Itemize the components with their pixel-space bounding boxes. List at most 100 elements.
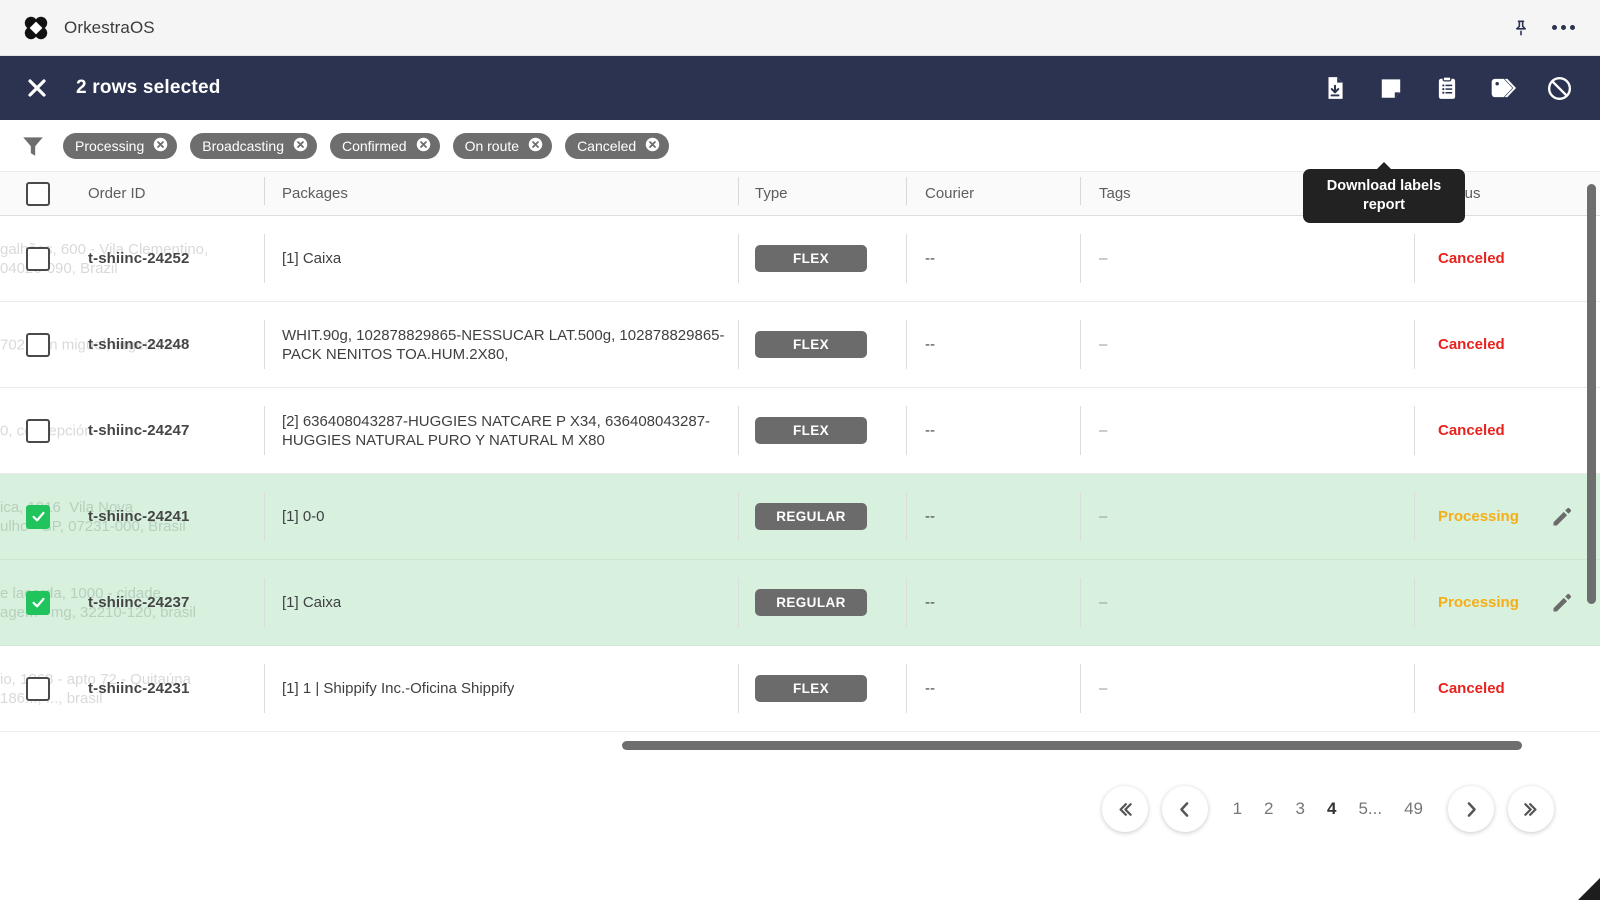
row-select-checkbox[interactable] (26, 246, 50, 271)
filter-chip-processing[interactable]: Processing (63, 132, 178, 159)
page-number-5[interactable]: 5... (1347, 799, 1393, 819)
type-badge: FLEX (755, 245, 867, 272)
selection-count-label: 2 rows selected (76, 77, 221, 98)
orkestra-logo-icon (22, 14, 50, 42)
row-select-cell (0, 302, 76, 387)
first-page-button[interactable] (1101, 786, 1148, 832)
horizontal-scrollbar[interactable] (622, 741, 1522, 750)
row-select-checkbox[interactable] (26, 418, 50, 443)
table-row[interactable]: 702, san miguel, argentina t-shiinc-2424… (0, 302, 1600, 388)
vertical-scrollbar[interactable] (1587, 184, 1596, 604)
close-icon[interactable] (22, 73, 52, 103)
cell-order-id: t-shiinc-24231 (76, 646, 264, 731)
window-resize-handle[interactable] (1578, 878, 1600, 900)
previous-page-button[interactable] (1161, 786, 1208, 832)
more-options-icon[interactable] (1548, 13, 1578, 43)
cell-order-id: t-shiinc-24248 (76, 302, 264, 387)
cell-type: REGULAR (738, 474, 906, 559)
cell-courier: -- (906, 560, 1080, 645)
tags-value: – (1099, 508, 1108, 525)
note-label-icon[interactable] (1376, 73, 1406, 103)
cell-packages: [1] Caixa (264, 216, 738, 301)
file-download-icon[interactable] (1320, 73, 1350, 103)
order-id-value: t-shiinc-24252 (88, 250, 190, 267)
courier-value: -- (925, 680, 935, 697)
column-header-courier[interactable]: Courier (906, 177, 1080, 205)
remove-filter-icon[interactable] (528, 137, 543, 155)
cell-type: FLEX (738, 216, 906, 301)
remove-filter-icon[interactable] (153, 137, 168, 155)
page-number-1[interactable]: 1 (1222, 799, 1253, 819)
filter-chip-confirmed[interactable]: Confirmed (329, 132, 440, 159)
row-select-checkbox[interactable] (26, 332, 50, 357)
cell-status: Canceled (1414, 388, 1600, 473)
status-badge: Canceled (1438, 336, 1505, 353)
cell-type: REGULAR (738, 560, 906, 645)
horizontal-scrollbar-track (0, 731, 1600, 757)
row-select-checkbox[interactable] (26, 590, 50, 615)
table-row[interactable]: 0, concepción t-shiinc-24247 [2] 6364080… (0, 388, 1600, 474)
filter-chip-label: On route (464, 137, 520, 154)
page-number-4[interactable]: 4 (1316, 799, 1347, 819)
clipboard-list-icon[interactable] (1432, 73, 1462, 103)
cell-type: FLEX (738, 646, 906, 731)
courier-value: -- (925, 594, 935, 611)
filter-chip-list: Processing Broadcasting Confirmed On rou… (63, 132, 670, 159)
cell-status: Canceled (1414, 216, 1600, 301)
cell-packages: [1] 1 | Shippify Inc.-Oficina Shippify (264, 646, 738, 731)
type-badge: FLEX (755, 675, 867, 702)
table-row[interactable]: galhães, 600 - Vila Clementino, 04026-09… (0, 216, 1600, 302)
filter-chip-label: Processing (75, 137, 145, 154)
no-entry-icon[interactable] (1544, 73, 1574, 103)
type-badge: FLEX (755, 331, 867, 358)
tags-value: – (1099, 250, 1108, 267)
cell-tags: – (1080, 560, 1414, 645)
page-number-list: 1 2 3 4 5... 49 (1222, 799, 1434, 819)
table-row[interactable]: ica, 1916 Vila Nova ulho - SP, 07231-000… (0, 474, 1600, 560)
app-header: OrkestraOS (0, 0, 1600, 56)
packages-value: [1] Caixa (282, 594, 342, 611)
filter-chip-label: Confirmed (341, 137, 407, 154)
row-select-checkbox[interactable] (26, 676, 50, 701)
filter-chip-broadcasting[interactable]: Broadcasting (190, 132, 317, 159)
order-id-value: t-shiinc-24241 (88, 508, 190, 525)
table-row[interactable]: io, 1868 - apto 72 - Quitaúna 186..., ..… (0, 646, 1600, 731)
remove-filter-icon[interactable] (645, 137, 660, 155)
filter-funnel-icon[interactable] (20, 133, 46, 159)
remove-filter-icon[interactable] (416, 137, 431, 155)
edit-row-icon[interactable] (1550, 505, 1574, 529)
packages-value: [1] Caixa (282, 250, 342, 267)
last-page-button[interactable] (1508, 786, 1554, 832)
status-badge: Canceled (1438, 680, 1505, 697)
cell-type: FLEX (738, 302, 906, 387)
next-page-button[interactable] (1448, 786, 1494, 832)
status-badge: Canceled (1438, 250, 1505, 267)
column-header-order-id[interactable]: Order ID (76, 185, 264, 202)
cell-tags: – (1080, 646, 1414, 731)
cell-courier: -- (906, 474, 1080, 559)
status-badge: Processing (1438, 594, 1519, 611)
selection-action-bar: 2 rows selected Download labels report (0, 56, 1600, 223)
pushpin-icon[interactable] (1506, 13, 1536, 43)
filter-chip-canceled[interactable]: Canceled (565, 132, 670, 159)
filter-chip-on-route[interactable]: On route (452, 132, 553, 159)
page-number-49[interactable]: 49 (1393, 799, 1434, 819)
row-select-checkbox[interactable] (26, 504, 50, 529)
pagination: 1 2 3 4 5... 49 (0, 757, 1600, 861)
column-header-packages[interactable]: Packages (264, 177, 738, 205)
courier-value: -- (925, 422, 935, 439)
cell-courier: -- (906, 646, 1080, 731)
select-all-checkbox[interactable] (26, 181, 50, 206)
courier-value: -- (925, 336, 935, 353)
page-number-3[interactable]: 3 (1285, 799, 1316, 819)
table-row[interactable]: e lacerda, 1000 - cidade agem - mg, 3221… (0, 560, 1600, 646)
edit-row-icon[interactable] (1550, 591, 1574, 615)
column-header-type[interactable]: Type (738, 177, 906, 205)
cell-packages: [2] 636408043287-HUGGIES NATCARE P X34, … (264, 388, 738, 473)
cell-status: Canceled (1414, 302, 1600, 387)
cell-status: Canceled (1414, 646, 1600, 731)
page-number-2[interactable]: 2 (1253, 799, 1284, 819)
remove-filter-icon[interactable] (293, 137, 308, 155)
tag-icon[interactable] (1488, 73, 1518, 103)
type-badge: REGULAR (755, 589, 867, 616)
